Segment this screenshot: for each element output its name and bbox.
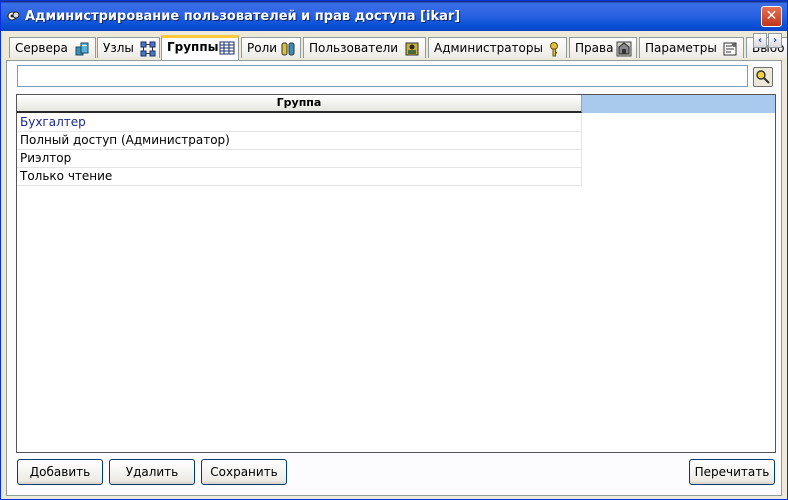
table-row[interactable]: Полный доступ (Администратор) bbox=[17, 132, 582, 150]
tab-users[interactable]: Пользователи bbox=[303, 37, 426, 58]
tab-label: Группы bbox=[167, 40, 219, 54]
tab-scroll-controls: ‹ › bbox=[753, 33, 783, 49]
nodes-icon bbox=[140, 41, 156, 57]
cell-group-name: Только чтение bbox=[20, 169, 113, 183]
admin-window: Администрирование пользователей и прав д… bbox=[0, 0, 788, 500]
administrators-key-icon bbox=[550, 42, 558, 57]
tab-servers[interactable]: Сервера bbox=[9, 37, 96, 58]
cell-group-name: Бухгалтер bbox=[20, 115, 86, 129]
delete-button[interactable]: Удалить bbox=[109, 459, 195, 485]
window-title: Администрирование пользователей и прав д… bbox=[25, 9, 461, 24]
parameters-icon bbox=[723, 42, 737, 56]
tab-scroll-left-button[interactable]: ‹ bbox=[753, 33, 767, 48]
cell-group-name: Риэлтор bbox=[20, 151, 72, 165]
tab-rights[interactable]: Права bbox=[569, 37, 637, 58]
tab-scroll-right-button[interactable]: › bbox=[768, 33, 782, 48]
tab-label: Администраторы bbox=[434, 41, 543, 55]
tab-roles[interactable]: Роли bbox=[241, 37, 301, 58]
tab-label: Роли bbox=[247, 41, 278, 55]
rights-icon bbox=[616, 41, 632, 57]
search-input[interactable] bbox=[17, 65, 748, 87]
tab-strip: Сервера Узлы Группы Роли Пользователи Ад… bbox=[1, 34, 787, 60]
tab-label: Права bbox=[575, 41, 614, 55]
tab-nodes[interactable]: Узлы bbox=[97, 37, 160, 58]
users-icon bbox=[405, 42, 419, 56]
save-button[interactable]: Сохранить bbox=[201, 459, 287, 485]
add-button[interactable]: Добавить bbox=[17, 459, 103, 485]
chevron-left-icon: ‹ bbox=[757, 35, 763, 46]
chevron-right-icon: › bbox=[772, 35, 778, 46]
servers-icon bbox=[75, 42, 89, 56]
app-icon bbox=[7, 11, 20, 21]
column-header-group[interactable]: Группа bbox=[17, 95, 582, 113]
groups-panel: Группа Бухгалтер Полный доступ (Админист… bbox=[6, 60, 782, 496]
tab-parameters[interactable]: Параметры bbox=[639, 37, 744, 58]
table-row[interactable]: Риэлтор bbox=[17, 150, 582, 168]
search-icon bbox=[756, 70, 770, 84]
close-icon: ✕ bbox=[765, 8, 778, 24]
tab-administrators[interactable]: Администраторы bbox=[428, 37, 567, 58]
tab-groups[interactable]: Группы bbox=[161, 35, 239, 60]
table-row[interactable]: Бухгалтер bbox=[17, 114, 582, 132]
tab-label: Сервера bbox=[15, 41, 68, 55]
cell-group-name: Полный доступ (Администратор) bbox=[20, 133, 230, 147]
tab-label: Пользователи bbox=[309, 41, 399, 55]
groups-icon bbox=[219, 41, 235, 55]
refresh-button[interactable]: Перечитать bbox=[689, 459, 775, 485]
tab-label: Узлы bbox=[103, 41, 134, 55]
table-row[interactable]: Только чтение bbox=[17, 168, 582, 186]
table-header: Группа bbox=[17, 95, 775, 113]
title-bar[interactable]: Администрирование пользователей и прав д… bbox=[1, 1, 787, 31]
close-button[interactable]: ✕ bbox=[761, 6, 782, 27]
groups-table[interactable]: Группа Бухгалтер Полный доступ (Админист… bbox=[16, 94, 776, 453]
tab-label: Параметры bbox=[645, 41, 717, 55]
roles-icon bbox=[281, 42, 295, 56]
search-button[interactable] bbox=[753, 67, 773, 87]
